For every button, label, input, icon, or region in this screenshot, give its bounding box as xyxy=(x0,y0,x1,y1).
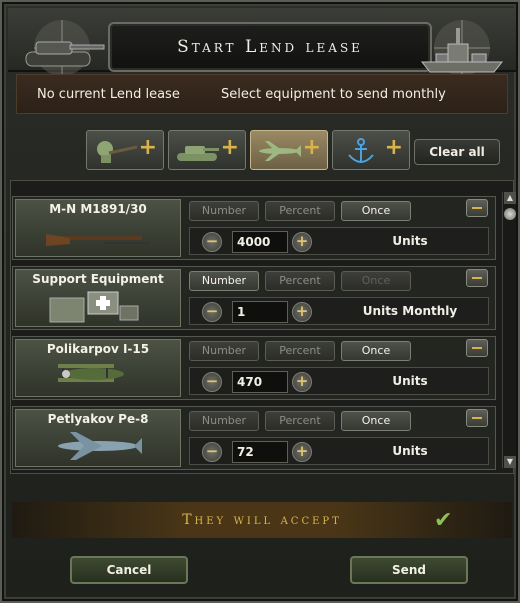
lend-lease-window: Start Lend lease No current Lend lease S… xyxy=(0,0,520,603)
mode-number-button[interactable]: Number xyxy=(189,201,259,221)
tank-emblem-icon xyxy=(25,20,105,76)
increase-button[interactable]: + xyxy=(292,442,312,462)
mode-number-button[interactable]: Number xyxy=(189,411,259,431)
mode-once-button[interactable]: Once xyxy=(341,271,411,291)
anchor-icon xyxy=(348,138,374,163)
units-label: Units xyxy=(392,374,428,388)
quantity-bar: − 1 + Units Monthly xyxy=(189,297,489,325)
quantity-input[interactable]: 470 xyxy=(232,371,288,393)
quantity-input[interactable]: 72 xyxy=(232,441,288,463)
acceptance-status-bar: They will accept ✔ xyxy=(12,502,512,538)
mode-once-button[interactable]: Once xyxy=(341,201,411,221)
equipment-card: Petlyakov Pe-8 xyxy=(15,409,181,467)
mode-once-button[interactable]: Once xyxy=(341,411,411,431)
bomber-icon xyxy=(58,432,142,460)
current-lend-lease-status: No current Lend lease xyxy=(37,86,180,102)
equipment-name: Support Equipment xyxy=(32,272,164,286)
send-button[interactable]: Send xyxy=(350,556,468,584)
add-plus-icon: + xyxy=(302,135,321,160)
acceptance-status-text: They will accept xyxy=(182,512,342,528)
checkmark-icon: ✔ xyxy=(434,508,453,533)
title-plate: Start Lend lease xyxy=(108,22,432,72)
mode-number-button[interactable]: Number xyxy=(189,341,259,361)
remove-row-button[interactable] xyxy=(466,409,488,427)
quantity-input[interactable]: 1 xyxy=(232,301,288,323)
filter-infantry-button[interactable]: + xyxy=(86,130,164,170)
mode-percent-button[interactable]: Percent xyxy=(265,271,335,291)
equipment-name: Polikarpov I-15 xyxy=(46,342,150,356)
tank-icon xyxy=(177,146,219,161)
remove-row-button[interactable] xyxy=(466,199,488,217)
quantity-input[interactable]: 4000 xyxy=(232,231,288,253)
page-title: Start Lend lease xyxy=(177,37,363,57)
equipment-card: M-N M1891/30 xyxy=(15,199,181,257)
units-label: Units xyxy=(392,234,428,248)
units-label: Units Monthly xyxy=(362,304,458,318)
scroll-up-icon[interactable]: ▲ xyxy=(504,192,516,204)
increase-button[interactable]: + xyxy=(292,372,312,392)
quantity-bar: − 470 + Units xyxy=(189,367,489,395)
equipment-row: M-N M1891/30 Number Percent Once − 4000 … xyxy=(12,196,496,260)
quantity-bar: − 4000 + Units xyxy=(189,227,489,255)
decrease-button[interactable]: − xyxy=(202,372,222,392)
filter-air-button[interactable]: + xyxy=(250,130,328,170)
equipment-name: Petlyakov Pe-8 xyxy=(47,412,149,426)
add-plus-icon: + xyxy=(138,135,157,160)
equipment-name: M-N M1891/30 xyxy=(49,202,147,216)
decrease-button[interactable]: − xyxy=(202,232,222,252)
units-label: Units xyxy=(392,444,428,458)
scroll-thumb[interactable] xyxy=(504,208,516,220)
add-plus-icon: + xyxy=(220,135,239,160)
mode-selector: Number Percent Once xyxy=(189,411,411,431)
infantry-icon xyxy=(97,141,138,163)
increase-button[interactable]: + xyxy=(292,232,312,252)
equipment-row: Petlyakov Pe-8 Number Percent Once − 72 … xyxy=(12,406,496,470)
rifle-icon xyxy=(46,234,150,246)
decrease-button[interactable]: − xyxy=(202,442,222,462)
filter-armor-button[interactable]: + xyxy=(168,130,246,170)
plane-icon xyxy=(259,141,301,161)
equipment-card: Support Equipment xyxy=(15,269,181,327)
cancel-button[interactable]: Cancel xyxy=(70,556,188,584)
info-bar: No current Lend lease Select equipment t… xyxy=(16,74,508,114)
mode-selector: Number Percent Once xyxy=(189,271,411,291)
clear-all-button[interactable]: Clear all xyxy=(414,139,500,165)
remove-row-button[interactable] xyxy=(466,269,488,287)
mode-number-button[interactable]: Number xyxy=(189,271,259,291)
scroll-down-icon[interactable]: ▼ xyxy=(504,456,516,468)
mode-percent-button[interactable]: Percent xyxy=(265,411,335,431)
equipment-filters: + + + + xyxy=(86,130,410,170)
list-scrollbar[interactable]: ▲ ▼ xyxy=(502,192,516,468)
battleship-emblem-icon xyxy=(420,20,504,76)
mode-selector: Number Percent Once xyxy=(189,201,411,221)
mode-selector: Number Percent Once xyxy=(189,341,411,361)
add-plus-icon: + xyxy=(384,135,403,160)
mode-once-button[interactable]: Once xyxy=(341,341,411,361)
equipment-row: Support Equipment Number Percent Once − … xyxy=(12,266,496,330)
mode-percent-button[interactable]: Percent xyxy=(265,201,335,221)
quantity-bar: − 72 + Units xyxy=(189,437,489,465)
equipment-card: Polikarpov I-15 xyxy=(15,339,181,397)
select-equipment-hint: Select equipment to send monthly xyxy=(221,86,446,102)
biplane-icon xyxy=(58,364,124,382)
equipment-row: Polikarpov I-15 Number Percent Once − 47… xyxy=(12,336,496,400)
decrease-button[interactable]: − xyxy=(202,302,222,322)
filter-naval-button[interactable]: + xyxy=(332,130,410,170)
mode-percent-button[interactable]: Percent xyxy=(265,341,335,361)
header-banner: Start Lend lease xyxy=(8,8,516,76)
support-equipment-icon xyxy=(49,291,139,323)
increase-button[interactable]: + xyxy=(292,302,312,322)
remove-row-button[interactable] xyxy=(466,339,488,357)
